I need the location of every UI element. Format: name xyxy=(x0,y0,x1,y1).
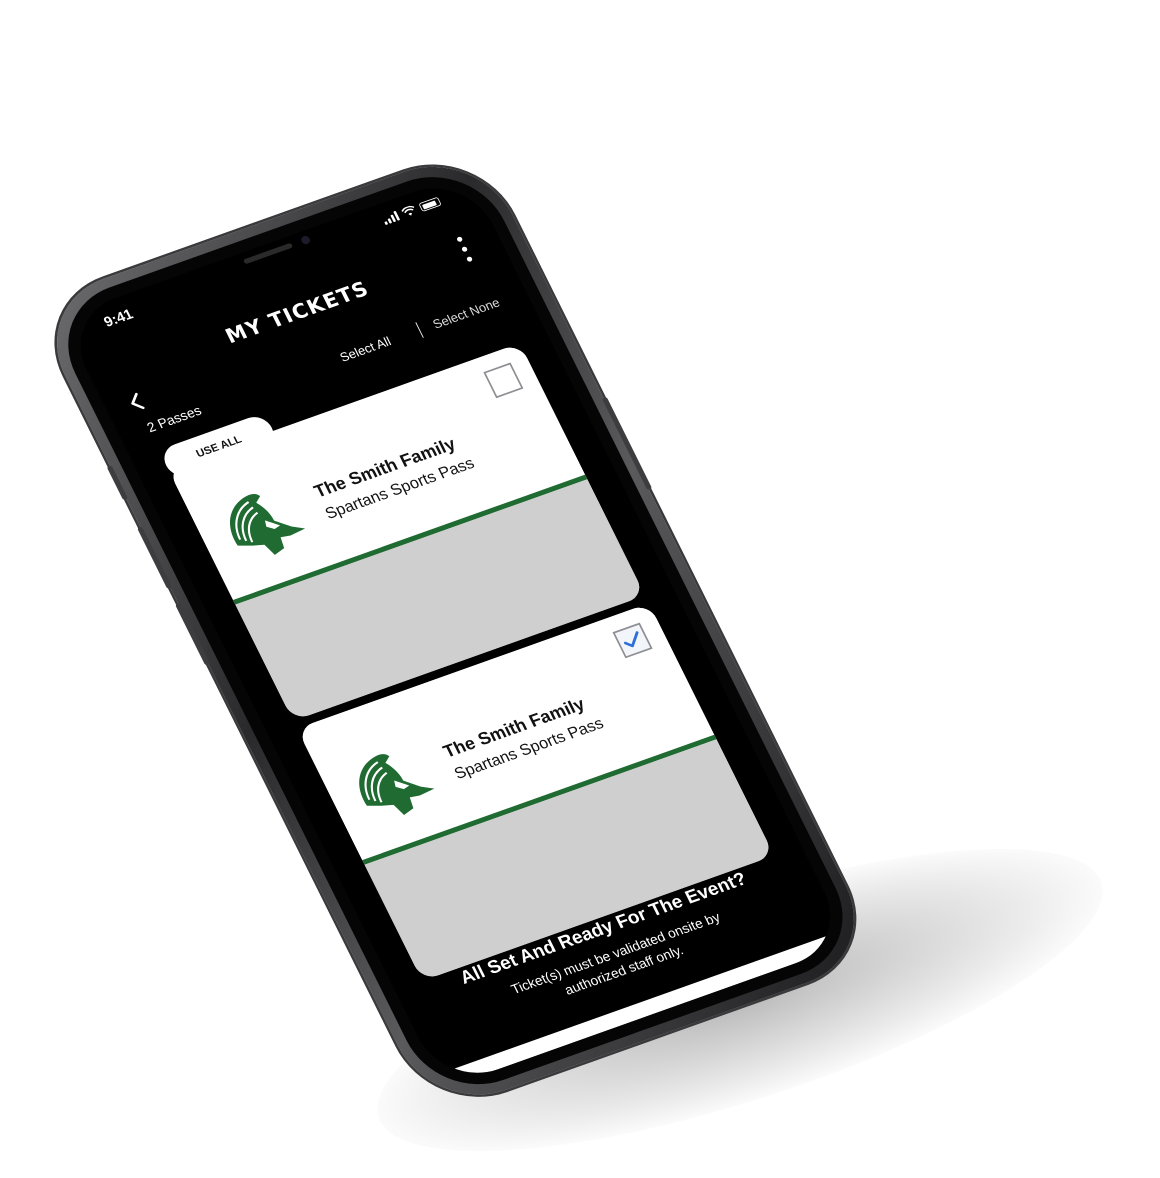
stage: 9:41 MY TICKETS 2 Passes Select All Sele… xyxy=(0,0,1160,1178)
select-all-link[interactable]: Select All xyxy=(338,334,394,365)
front-camera xyxy=(299,234,312,246)
battery-icon xyxy=(418,196,442,212)
phone: 9:41 MY TICKETS 2 Passes Select All Sele… xyxy=(30,145,881,1116)
signal-icon xyxy=(381,210,401,226)
phone-screen: 9:41 MY TICKETS 2 Passes Select All Sele… xyxy=(60,172,851,1089)
back-chevron-icon[interactable] xyxy=(122,389,150,414)
select-divider xyxy=(415,322,424,338)
select-none-link[interactable]: Select None xyxy=(431,296,503,332)
checkmark-icon xyxy=(623,631,639,648)
status-time: 9:41 xyxy=(101,305,136,331)
status-icons xyxy=(381,196,442,226)
wifi-icon xyxy=(401,205,415,216)
passes-count: 2 Passes xyxy=(144,403,204,436)
